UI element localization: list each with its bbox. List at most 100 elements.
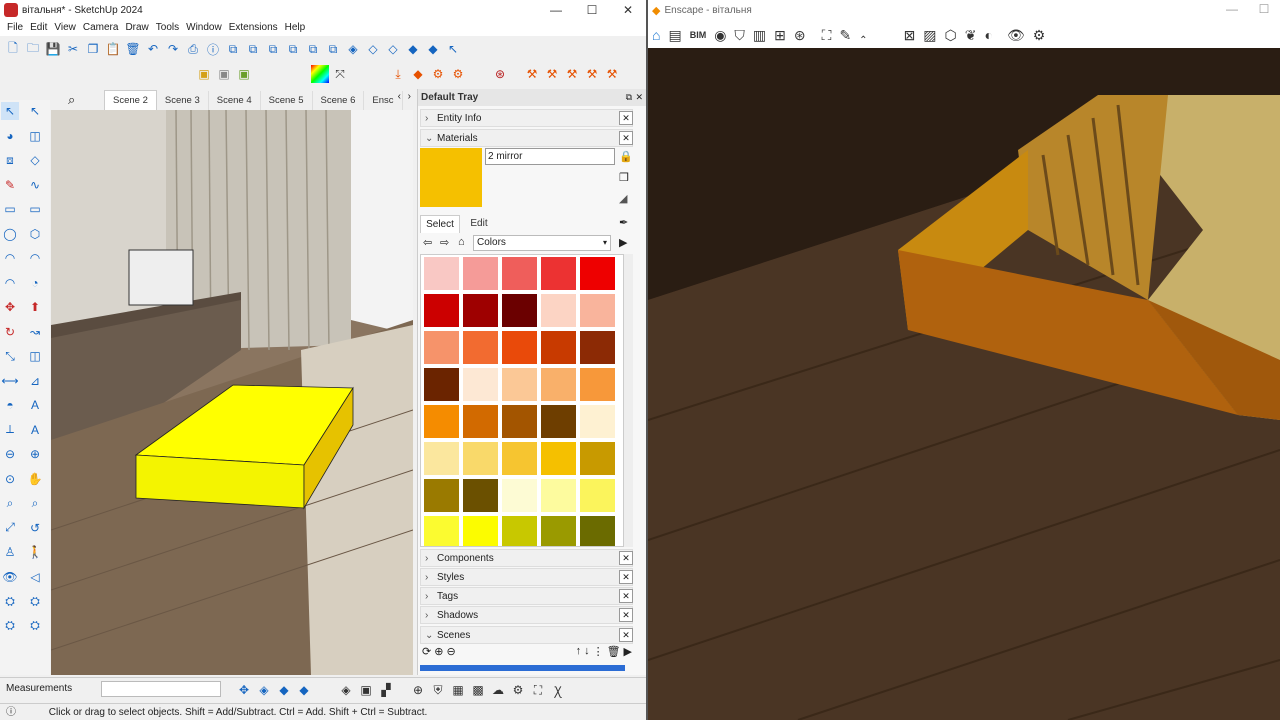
select-tool-icon[interactable]: ↖ xyxy=(444,40,462,58)
material-swatch[interactable] xyxy=(541,405,576,438)
zoom-extents-icon[interactable]: ⤢ xyxy=(1,519,19,537)
move-down-icon[interactable]: ↓ xyxy=(584,645,590,661)
hammer-5-icon[interactable]: ⚒ xyxy=(603,65,621,83)
protractor-icon[interactable]: ◓ xyxy=(1,396,19,414)
text-icon[interactable]: A xyxy=(26,396,44,414)
status-info-icon[interactable]: ⓘ xyxy=(6,707,16,718)
panel-shadows[interactable]: › Shadows ✕ xyxy=(420,606,633,624)
material-swatch[interactable] xyxy=(541,479,576,512)
panel-scenes[interactable]: ⌄ Scenes ✕ xyxy=(420,626,633,644)
material-swatch[interactable] xyxy=(580,368,615,401)
material-swatch[interactable] xyxy=(541,516,576,546)
redo-icon[interactable]: ↷ xyxy=(164,40,182,58)
close-icon[interactable]: ✕ xyxy=(619,608,633,622)
home-icon[interactable]: ⌂ xyxy=(652,27,660,43)
screenshot-icon[interactable]: ⛶ xyxy=(822,27,832,44)
tab-scene-2[interactable]: Scene 2 xyxy=(104,90,157,110)
tab-scroll-left-icon[interactable]: ‹ xyxy=(398,91,401,102)
lock-icon[interactable]: 🔒 xyxy=(619,150,633,163)
menu-extensions[interactable]: Extensions xyxy=(229,20,285,36)
wireframe-icon[interactable]: ◇ xyxy=(364,40,382,58)
rotated-rectangle-icon[interactable]: ▭ xyxy=(26,200,44,218)
tab-scene-5[interactable]: Scene 5 xyxy=(261,91,313,110)
view-left-icon[interactable]: ⧉ xyxy=(324,40,342,58)
close-icon[interactable]: ✕ xyxy=(619,570,633,584)
add-circle-icon[interactable]: ⊕ xyxy=(409,681,427,699)
menu-tools[interactable]: Tools xyxy=(156,20,186,36)
back-icon[interactable]: ⇦ xyxy=(423,236,432,249)
material-swatch[interactable] xyxy=(580,405,615,438)
dimension-icon[interactable]: ⊿ xyxy=(26,372,44,390)
material-swatch[interactable] xyxy=(424,331,459,364)
tape-icon[interactable]: ⟷ xyxy=(1,372,19,390)
material-swatch[interactable] xyxy=(541,331,576,364)
atmosphere-icon[interactable]: ⊛ xyxy=(794,27,806,44)
panel-entity-info[interactable]: › Entity Info ✕ xyxy=(420,109,633,127)
save-icon[interactable]: 💾 xyxy=(44,40,62,58)
hammer-3-icon[interactable]: ⚒ xyxy=(563,65,581,83)
axes-icon[interactable]: ⟂ xyxy=(1,421,19,439)
default-material-icon[interactable]: ◢ xyxy=(619,192,627,205)
arc3-icon[interactable]: ◠ xyxy=(1,274,19,292)
minimize-button[interactable]: — xyxy=(538,0,574,20)
image-check-icon[interactable]: ⊠ xyxy=(904,27,916,44)
material-swatch[interactable] xyxy=(463,257,498,290)
tag-eraser-icon[interactable]: ◇ xyxy=(26,151,44,169)
open-icon[interactable]: 🗀 xyxy=(24,40,42,58)
textured-icon[interactable]: ◆ xyxy=(424,40,442,58)
material-swatch[interactable] xyxy=(424,479,459,512)
panel-components[interactable]: › Components ✕ xyxy=(420,549,633,567)
arc-icon[interactable]: ◠ xyxy=(1,249,19,267)
make-component-icon[interactable]: ⧈ xyxy=(1,151,19,169)
view-iso-icon[interactable]: ⧉ xyxy=(224,40,242,58)
tab-scene-3[interactable]: Scene 3 xyxy=(157,91,209,110)
gear-red-icon[interactable]: ⚙ xyxy=(429,65,447,83)
cube-icon[interactable]: ⬡ xyxy=(945,27,957,44)
import-icon[interactable]: ⤓ xyxy=(389,65,407,83)
sandbox-4-icon[interactable]: ⛭ xyxy=(26,617,44,635)
material-swatch[interactable] xyxy=(463,294,498,327)
details-icon[interactable]: ▶ xyxy=(624,645,632,661)
move-up-icon[interactable]: ↑ xyxy=(576,645,582,661)
shield-icon[interactable]: ⛨ xyxy=(429,681,447,699)
scale-icon[interactable]: ⤡ xyxy=(1,347,19,365)
cloud-icon[interactable]: ☁ xyxy=(489,681,507,699)
menu-draw[interactable]: Draw xyxy=(125,20,155,36)
position-camera-icon[interactable]: ♙ xyxy=(1,543,19,561)
forward-icon[interactable]: ⇨ xyxy=(440,236,449,249)
enscape-maximize-button[interactable]: ☐ xyxy=(1246,0,1280,19)
view-2-icon[interactable]: ◆ xyxy=(295,681,313,699)
tray-pin-icon[interactable]: ⧉ xyxy=(626,92,632,103)
material-swatch[interactable] xyxy=(463,405,498,438)
component-gold-icon[interactable]: ▣ xyxy=(195,65,213,83)
tab-edit[interactable]: Edit xyxy=(461,215,497,233)
bim-icon[interactable]: BIM xyxy=(690,30,707,40)
sandbox-3-icon[interactable]: ⛭ xyxy=(1,617,19,635)
view-front-icon[interactable]: ⧉ xyxy=(264,40,282,58)
tab-scene-6[interactable]: Scene 6 xyxy=(313,91,365,110)
paint-bucket-icon[interactable]: ◕ xyxy=(1,127,19,145)
section-plane-icon[interactable]: ⊖ xyxy=(1,445,19,463)
hammer-1-icon[interactable]: ⚒ xyxy=(523,65,541,83)
select-icon[interactable]: ↖ xyxy=(1,102,19,120)
sandbox-1-icon[interactable]: ⛭ xyxy=(1,592,19,610)
hidden-line-icon[interactable]: ◇ xyxy=(384,40,402,58)
material-swatch[interactable] xyxy=(463,479,498,512)
material-swatch[interactable] xyxy=(541,368,576,401)
layer-icon[interactable]: ◆ xyxy=(409,65,427,83)
close-icon[interactable]: ✕ xyxy=(619,589,633,603)
enscape-2-icon[interactable]: ▣ xyxy=(357,681,375,699)
copy-icon[interactable]: ❐ xyxy=(84,40,102,58)
view-right-icon[interactable]: ⧉ xyxy=(284,40,302,58)
menu-view[interactable]: View xyxy=(54,20,83,36)
chevron-up-icon[interactable]: ⌃ xyxy=(859,35,867,46)
hammer-4-icon[interactable]: ⚒ xyxy=(583,65,601,83)
pen-icon[interactable]: ✎ xyxy=(839,27,851,44)
circle-icon[interactable]: ◯ xyxy=(1,225,19,243)
material-swatch[interactable] xyxy=(502,516,537,546)
print-icon[interactable]: ⎙ xyxy=(184,40,202,58)
menu-camera[interactable]: Camera xyxy=(83,20,126,36)
new-icon[interactable]: 🗋 xyxy=(4,40,22,58)
view-back-icon[interactable]: ⧉ xyxy=(304,40,322,58)
3d-text-icon[interactable]: A xyxy=(26,421,44,439)
